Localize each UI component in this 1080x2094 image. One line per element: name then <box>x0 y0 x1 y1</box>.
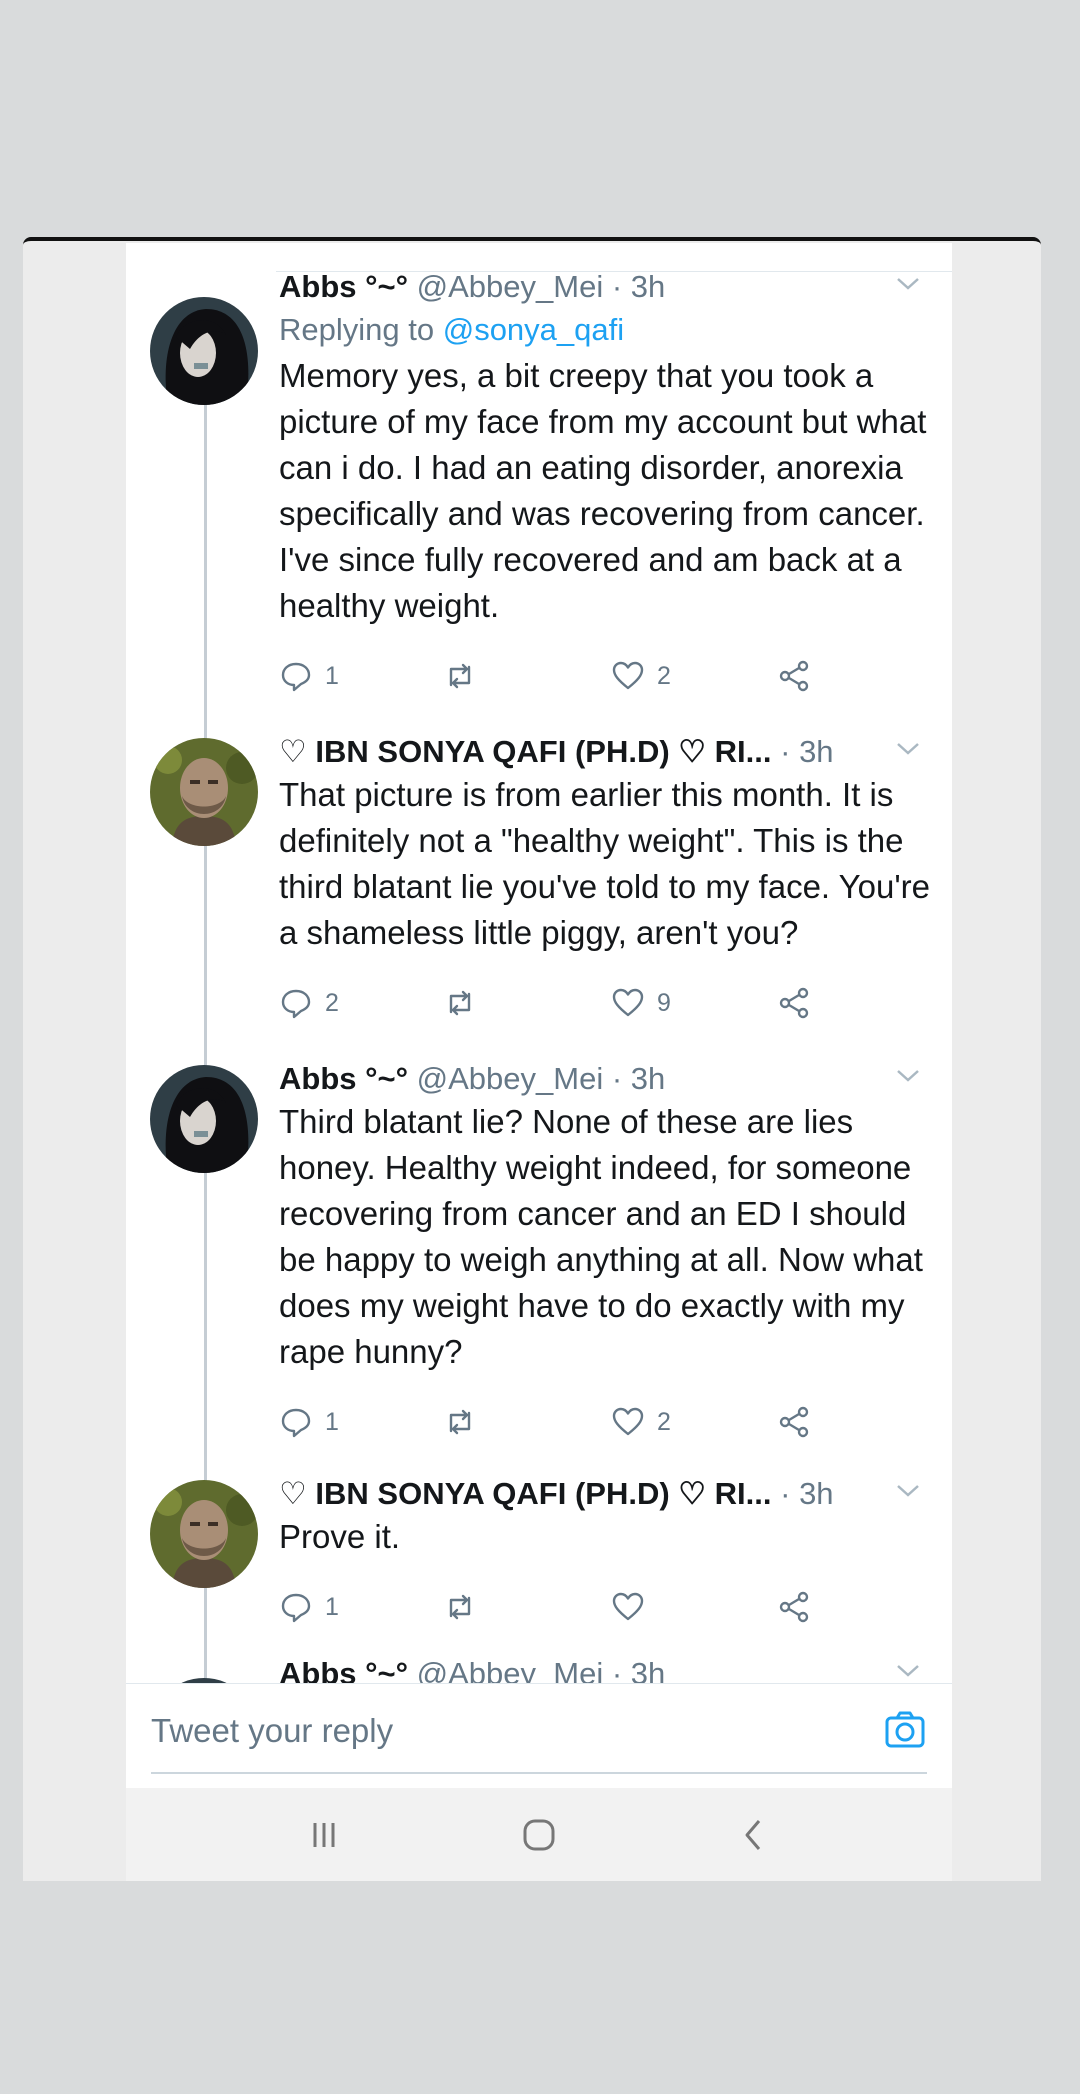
reply-button[interactable]: 2 <box>279 978 339 1028</box>
reply-button[interactable]: 1 <box>279 1397 339 1447</box>
share-icon <box>779 1406 809 1438</box>
reply-button[interactable]: 1 <box>279 1582 339 1632</box>
retweet-icon <box>449 990 471 1016</box>
heart-icon <box>612 988 644 1017</box>
chevron-down-icon[interactable] <box>892 732 924 764</box>
handle-time: @Abbey_Mei · 3h <box>416 269 666 304</box>
chevron-down-icon[interactable] <box>892 1059 924 1091</box>
tweet-text: Memory yes, a bit creepy that you took a… <box>279 357 927 624</box>
reply-composer[interactable]: Tweet your reply <box>126 1683 952 1788</box>
share-button[interactable] <box>777 1582 823 1632</box>
name-heart: ♡ <box>279 1476 307 1511</box>
heart-icon <box>612 1592 644 1621</box>
chevron-down-icon[interactable] <box>892 267 924 299</box>
home-button[interactable] <box>479 1788 599 1881</box>
tweet-header: Abbs °~° @Abbey_Mei · 3h <box>279 1059 932 1099</box>
tweet[interactable]: Abbs °~° @Abbey_Mei · 3h Replying to @so… <box>126 267 952 707</box>
chevron-down-icon[interactable] <box>892 1654 924 1686</box>
retweet-button[interactable] <box>443 1397 489 1447</box>
like-button[interactable]: 2 <box>611 1397 671 1447</box>
tweet-header: Abbs °~° @Abbey_Mei · 3h <box>279 267 932 307</box>
like-button[interactable]: 2 <box>611 651 671 701</box>
tweet-header: ♡ IBN SONYA QAFI (PH.D) ♡ RI... · 3h <box>279 1474 932 1514</box>
dark-haired-girl-avatar-icon <box>150 297 258 405</box>
share-button[interactable] <box>777 1397 823 1447</box>
avatar[interactable] <box>150 297 258 405</box>
twitter-thread-screen: Abbs °~° @Abbey_Mei · 3h Replying to @so… <box>126 243 952 1788</box>
tweet[interactable]: Abbs °~° @Abbey_Mei · 3h Third blatant l… <box>126 1059 952 1499</box>
tweet-actions: 1 2 <box>279 651 932 701</box>
bearded-man-avatar-icon <box>150 738 258 846</box>
share-icon <box>779 1591 809 1623</box>
back-icon <box>745 1819 761 1850</box>
replying-to-label: Replying to <box>279 312 443 347</box>
like-button[interactable]: 9 <box>611 978 671 1028</box>
reply-icon <box>281 662 311 692</box>
handle-time: · 3h <box>771 734 834 769</box>
retweet-icon <box>449 663 471 689</box>
reply-count: 1 <box>325 1592 339 1621</box>
retweet-button[interactable] <box>443 978 489 1028</box>
reply-input[interactable]: Tweet your reply <box>151 1712 393 1750</box>
name-heart: ♡ <box>279 734 307 769</box>
tweet-text: Prove it. <box>279 1518 401 1555</box>
tweet[interactable]: ♡ IBN SONYA QAFI (PH.D) ♡ RI... · 3h Pro… <box>126 1474 952 1634</box>
tweet-text: Third blatant lie? None of these are lie… <box>279 1103 923 1370</box>
retweet-icon <box>449 1594 471 1620</box>
android-nav-bar <box>126 1788 952 1881</box>
retweet-button[interactable] <box>443 1582 489 1632</box>
heart-icon <box>612 661 644 690</box>
bearded-man-avatar-icon <box>150 1480 258 1588</box>
tweet-actions: 1 <box>279 1582 932 1632</box>
chevron-down-icon[interactable] <box>892 1474 924 1506</box>
reply-count: 2 <box>325 988 339 1017</box>
tweet-header: ♡ IBN SONYA QAFI (PH.D) ♡ RI... · 3h <box>279 732 932 772</box>
tweet-actions: 2 9 <box>279 978 932 1028</box>
display-name[interactable]: IBN SONYA QAFI (PH.D) ♡ RI... <box>315 1476 771 1511</box>
share-button[interactable] <box>777 978 823 1028</box>
like-button[interactable] <box>611 1582 657 1632</box>
back-button[interactable] <box>694 1788 814 1881</box>
avatar[interactable] <box>150 1480 258 1588</box>
reply-icon <box>281 1408 311 1438</box>
handle-time: · 3h <box>771 1476 834 1511</box>
tweet-text: That picture is from earlier this month.… <box>279 776 930 951</box>
divider <box>151 1772 927 1774</box>
replying-to: Replying to @sonya_qafi <box>279 307 932 353</box>
reply-icon <box>281 989 311 1019</box>
home-icon <box>523 1819 555 1850</box>
share-button[interactable] <box>777 651 823 701</box>
reply-button[interactable]: 1 <box>279 651 339 701</box>
reply-count: 1 <box>325 1407 339 1436</box>
dark-haired-girl-avatar-icon <box>150 1065 258 1173</box>
avatar[interactable] <box>150 1065 258 1173</box>
like-count: 2 <box>657 661 671 690</box>
heart-icon <box>612 1407 644 1436</box>
retweet-button[interactable] <box>443 651 489 701</box>
share-icon <box>779 660 809 692</box>
display-name[interactable]: Abbs °~° <box>279 1061 408 1096</box>
display-name[interactable]: Abbs °~° <box>279 269 408 304</box>
like-count: 2 <box>657 1407 671 1436</box>
recents-button[interactable] <box>264 1788 384 1881</box>
tweet-actions: 1 2 <box>279 1397 932 1447</box>
tweet[interactable]: ♡ IBN SONYA QAFI (PH.D) ♡ RI... · 3h Tha… <box>126 732 952 1032</box>
recents-icon <box>313 1822 335 1847</box>
avatar[interactable] <box>150 738 258 846</box>
retweet-icon <box>449 1409 471 1435</box>
reply-icon <box>281 1593 311 1623</box>
reply-count: 1 <box>325 661 339 690</box>
like-count: 9 <box>657 988 671 1017</box>
handle-time: @Abbey_Mei · 3h <box>416 1061 666 1096</box>
replying-to-handle[interactable]: @sonya_qafi <box>443 312 624 347</box>
display-name[interactable]: IBN SONYA QAFI (PH.D) ♡ RI... <box>315 734 771 769</box>
camera-icon[interactable] <box>883 1708 927 1752</box>
share-icon <box>779 987 809 1019</box>
